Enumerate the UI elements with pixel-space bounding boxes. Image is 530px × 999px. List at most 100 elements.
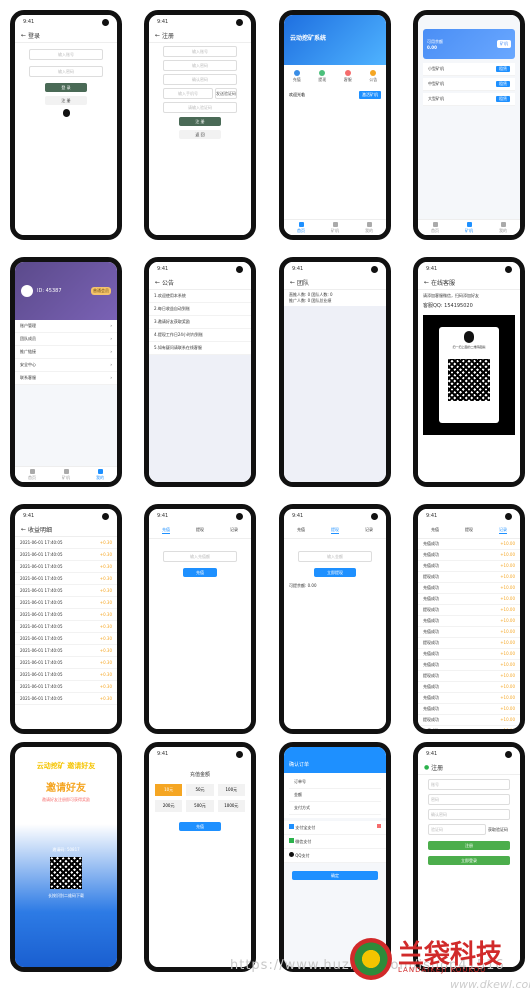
- back-icon[interactable]: ←: [424, 279, 431, 286]
- submit-button[interactable]: 注 册: [179, 117, 221, 126]
- menu-item[interactable]: 账户管理 ›: [15, 320, 117, 333]
- menu-item[interactable]: 推广链接 ›: [15, 346, 117, 359]
- amount-option[interactable]: 50元: [186, 784, 214, 796]
- tab-record[interactable]: 记录: [365, 527, 373, 534]
- amount-option[interactable]: 200元: [155, 800, 183, 812]
- pay-alipay[interactable]: 支付宝支付: [284, 821, 386, 835]
- list-item: 大型矿机 租赁: [423, 93, 515, 106]
- tab-home[interactable]: 首页: [297, 222, 305, 234]
- table-row: 2021-06-01 17:40:05 +0.30: [15, 573, 117, 585]
- confirm-password-input[interactable]: 确认密码: [428, 809, 510, 820]
- account-input[interactable]: 账号: [428, 779, 510, 790]
- confirm-button[interactable]: 确定: [292, 871, 378, 880]
- table-row: 2021-06-01 17:40:05 +0.30: [15, 549, 117, 561]
- back-button[interactable]: 返 回: [179, 130, 221, 139]
- rent-button[interactable]: 租赁: [496, 96, 510, 102]
- tab-withdraw[interactable]: 提现: [331, 527, 339, 534]
- earnings-list: 2021-06-01 17:40:05 +0.30 2021-06-01 17:40…: [15, 537, 117, 705]
- tab-bar: 首页 矿机 我的: [15, 466, 117, 482]
- wechat-icon: [289, 838, 294, 843]
- recharge-icon[interactable]: 充值: [293, 70, 301, 83]
- register-button[interactable]: 注册: [428, 841, 510, 850]
- send-code-button[interactable]: 发送验证码: [215, 88, 237, 99]
- rent-button[interactable]: 租赁: [496, 66, 510, 72]
- code-input[interactable]: 请输入验证码: [163, 102, 237, 113]
- login-button[interactable]: 立即登录: [428, 856, 510, 865]
- register-button[interactable]: 注 册: [45, 96, 87, 105]
- tabs: 充值 提现 记录: [149, 523, 251, 539]
- menu-item[interactable]: 团队成员 ›: [15, 333, 117, 346]
- tab-record[interactable]: 记录: [499, 527, 507, 534]
- back-icon[interactable]: ←: [21, 526, 28, 533]
- tab-mine[interactable]: 我的: [96, 469, 104, 481]
- back-icon[interactable]: ←: [155, 32, 162, 39]
- menu-item[interactable]: 安全中心 ›: [15, 359, 117, 372]
- tab-home[interactable]: 首页: [431, 222, 439, 234]
- page-title: ← 团队: [284, 276, 386, 290]
- tab-mine[interactable]: 我的: [365, 222, 373, 234]
- back-icon[interactable]: ●: [424, 764, 431, 771]
- amount-option[interactable]: 100元: [217, 784, 245, 796]
- notice-icon[interactable]: 公告: [369, 70, 377, 83]
- account-input[interactable]: 输入账号: [163, 46, 237, 57]
- activate-button[interactable]: 激活矿机: [359, 91, 381, 99]
- list-item[interactable]: 2.每日收益自动到账: [149, 303, 251, 316]
- recharge-button[interactable]: 充值: [179, 822, 221, 831]
- amount-option[interactable]: 500元: [186, 800, 214, 812]
- back-icon[interactable]: ←: [155, 279, 162, 286]
- tab-home[interactable]: 首页: [28, 469, 36, 481]
- phone-invite: 云动挖矿 邀请好友 邀请好友 邀请好友注册即可获得奖励 邀请码: 50817 长…: [10, 742, 122, 972]
- tab-bar: 首页 矿机 我的: [284, 219, 386, 235]
- back-icon[interactable]: ←: [290, 279, 297, 286]
- list-item[interactable]: 3.邀请好友获取奖励: [149, 316, 251, 329]
- tab-miner[interactable]: 矿机: [331, 222, 339, 234]
- tab-recharge[interactable]: 充值: [431, 527, 439, 534]
- pay-qq[interactable]: QQ支付: [284, 849, 386, 863]
- tab-withdraw[interactable]: 提现: [196, 527, 204, 534]
- checkbox[interactable]: [377, 824, 381, 828]
- table-row: 提现成功 +10.00: [418, 638, 520, 649]
- phone-login: 9:41 ← 登录 输入账号 输入密码 登 录 注 册: [10, 10, 122, 240]
- miner-button[interactable]: 矿机: [497, 40, 511, 48]
- back-icon[interactable]: ←: [21, 32, 28, 39]
- list-item[interactable]: 4.提现工作日24小时内到账: [149, 329, 251, 342]
- confirm-password-input[interactable]: 确认密码: [163, 74, 237, 85]
- tab-miner[interactable]: 矿机: [465, 222, 473, 234]
- tab-recharge[interactable]: 充值: [297, 527, 305, 534]
- amount-input[interactable]: 输入充值额: [163, 551, 237, 562]
- tab-record[interactable]: 记录: [230, 527, 238, 534]
- banner: 云动挖矿系统: [284, 15, 386, 65]
- table-row: 2021-06-01 17:40:05 +0.30: [15, 585, 117, 597]
- rent-button[interactable]: 租赁: [496, 81, 510, 87]
- tab-miner[interactable]: 矿机: [62, 469, 70, 481]
- tab-recharge[interactable]: 充值: [162, 527, 170, 534]
- service-icon[interactable]: 客服: [344, 70, 352, 83]
- pay-wechat[interactable]: 微信支付: [284, 835, 386, 849]
- login-button[interactable]: 登 录: [45, 83, 87, 92]
- tab-mine[interactable]: 我的: [499, 222, 507, 234]
- phone-miners: 可用余额 0.00 矿机 小型矿机 租赁 中型矿机 租赁 大型矿机 租赁 首页 矿机 我…: [413, 10, 525, 240]
- phone-input[interactable]: 输入手机号: [163, 88, 213, 99]
- amount-option[interactable]: 10元: [155, 784, 183, 796]
- withdraw-button[interactable]: 立即提现: [314, 568, 356, 577]
- withdraw-icon[interactable]: 提现: [318, 70, 326, 83]
- order-row: 金额: [289, 789, 381, 802]
- get-code-button[interactable]: 获取验证码: [488, 824, 510, 835]
- account-input[interactable]: 输入账号: [29, 49, 103, 60]
- amount-option[interactable]: 1000元: [217, 800, 245, 812]
- table-row: 2021-06-01 17:40:05 +0.30: [15, 537, 117, 549]
- chevron-right-icon: ›: [110, 349, 112, 354]
- password-input[interactable]: 输入密码: [29, 66, 103, 77]
- code-input[interactable]: 验证码: [428, 824, 486, 835]
- tab-withdraw[interactable]: 提现: [465, 527, 473, 534]
- list-item[interactable]: 5.如有疑问请联系在线客服: [149, 342, 251, 355]
- phone-team: 9:41 ← 团队 直推人数: 0 团队人数: 0 推广人数: 0 团队总业绩: [279, 257, 391, 487]
- menu-item[interactable]: 联系客服 ›: [15, 372, 117, 385]
- password-input[interactable]: 密码: [428, 794, 510, 805]
- recharge-button[interactable]: 充值: [183, 568, 217, 577]
- amount-input[interactable]: 输入金额: [298, 551, 372, 562]
- order-row: 支付方式: [289, 802, 381, 815]
- password-input[interactable]: 输入密码: [163, 60, 237, 71]
- list-item[interactable]: 1.欢迎使用本系统: [149, 290, 251, 303]
- qq-icon: [289, 852, 294, 857]
